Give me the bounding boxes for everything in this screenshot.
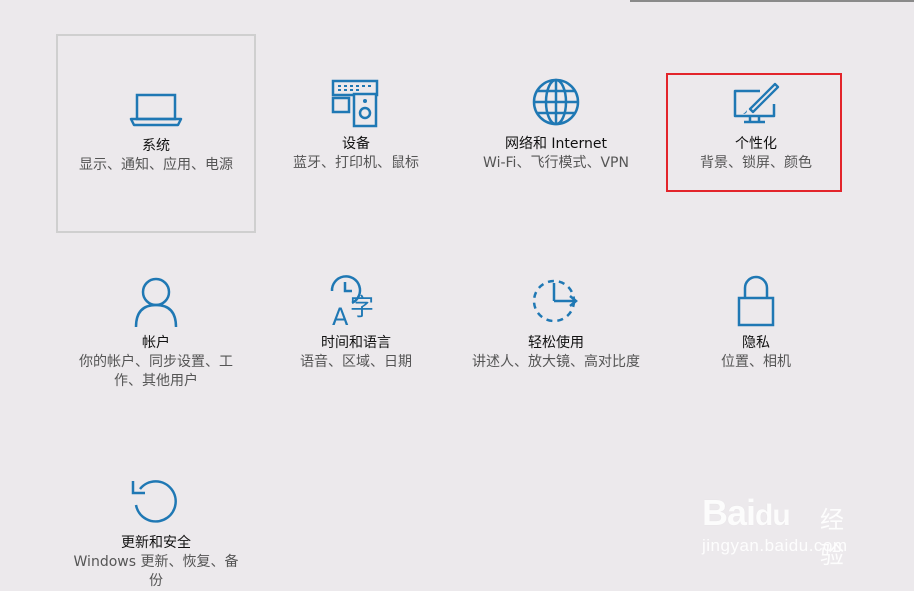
tile-description: Wi-Fi、飞行模式、VPN — [483, 155, 629, 171]
tile-network[interactable]: 网络和 Internet Wi-Fi、飞行模式、VPN — [456, 34, 656, 233]
tile-title: 网络和 Internet — [504, 136, 608, 152]
tile-description: 位置、相机 — [721, 354, 791, 370]
tile-title: 轻松使用 — [528, 335, 584, 351]
baidu-logo: Baidu — [702, 492, 791, 533]
tile-system[interactable]: 系统 显示、通知、应用、电源 — [56, 34, 256, 233]
lock-icon — [728, 273, 784, 329]
tile-title: 设备 — [342, 136, 370, 152]
watermark-url: jingyan.baidu.com — [702, 536, 848, 555]
tile-description: Windows 更新、恢复、备份 — [73, 554, 239, 589]
globe-icon — [528, 74, 584, 130]
ease-of-access-icon — [528, 273, 584, 329]
tile-description: 蓝牙、打印机、鼠标 — [293, 155, 419, 171]
tile-title: 帐户 — [142, 335, 170, 351]
devices-icon — [328, 74, 384, 130]
tile-description: 语音、区域、日期 — [300, 354, 412, 370]
tile-accounts[interactable]: 帐户 你的帐户、同步设置、工作、其他用户 — [56, 233, 256, 432]
top-divider — [630, 0, 914, 2]
tile-description: 显示、通知、应用、电源 — [79, 157, 233, 173]
tile-time-language[interactable]: A 字 时间和语言 语音、区域、日期 — [256, 233, 456, 432]
tile-description: 你的帐户、同步设置、工作、其他用户 — [79, 354, 233, 389]
tile-update-security[interactable]: 更新和安全 Windows 更新、恢复、备份 — [56, 433, 256, 589]
svg-text:字: 字 — [350, 293, 374, 321]
laptop-icon — [128, 82, 184, 138]
update-icon — [128, 473, 184, 529]
tile-title: 系统 — [142, 138, 170, 154]
svg-text:A: A — [332, 303, 349, 329]
personalization-icon — [728, 74, 784, 130]
tile-title: 时间和语言 — [321, 335, 391, 351]
tile-personalization[interactable]: 个性化 背景、锁屏、颜色 — [656, 34, 856, 233]
tile-devices[interactable]: 设备 蓝牙、打印机、鼠标 — [256, 34, 456, 233]
watermark: Baidu 经验 jingyan.baidu.com — [702, 492, 862, 569]
tile-title: 个性化 — [735, 136, 777, 152]
tile-ease-of-access[interactable]: 轻松使用 讲述人、放大镜、高对比度 — [456, 233, 656, 432]
tile-privacy[interactable]: 隐私 位置、相机 — [656, 233, 856, 432]
person-icon — [128, 273, 184, 329]
tile-title: 更新和安全 — [121, 535, 191, 551]
watermark-jingyan: 经验 — [820, 506, 844, 569]
tile-title: 隐私 — [742, 335, 770, 351]
time-language-icon: A 字 — [328, 273, 384, 329]
tile-description: 背景、锁屏、颜色 — [700, 155, 812, 171]
tile-description: 讲述人、放大镜、高对比度 — [472, 354, 640, 370]
